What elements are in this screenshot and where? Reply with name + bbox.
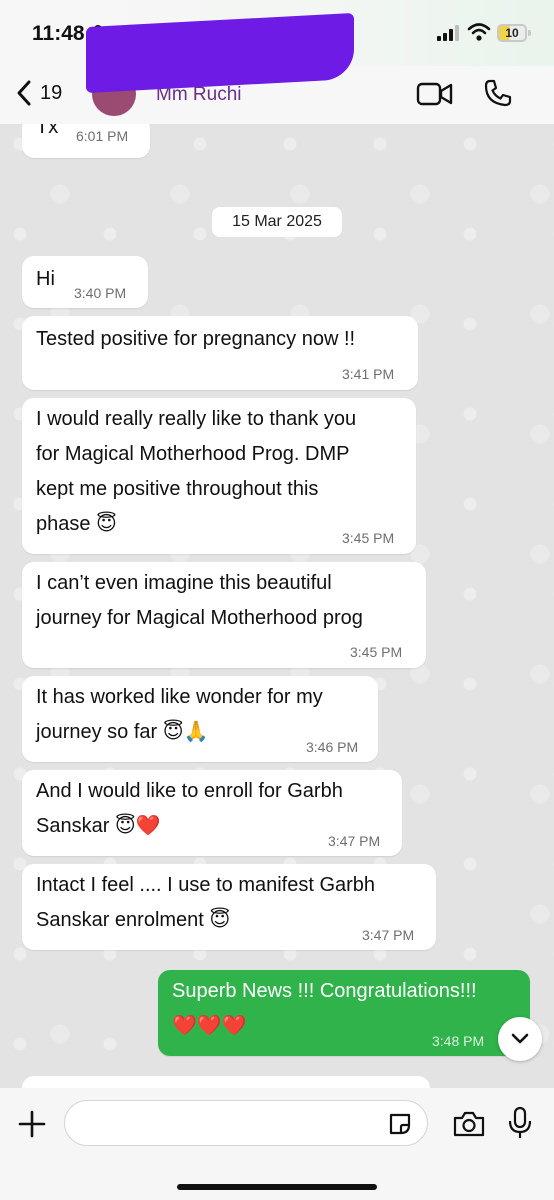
phone-icon[interactable] bbox=[483, 78, 513, 108]
message-time: 3:45 PM bbox=[350, 644, 403, 660]
message-text: journey so far 😇🙏 bbox=[36, 721, 209, 743]
back-unread-count: 19 bbox=[40, 81, 63, 104]
sticker-icon[interactable] bbox=[387, 1111, 413, 1137]
message-text: Hi bbox=[36, 268, 55, 290]
message-bubble-partial[interactable] bbox=[22, 1076, 430, 1088]
message-bubble-outgoing[interactable]: Superb News !!! Congratulations!!! ❤️❤️❤… bbox=[158, 970, 530, 1056]
message-time: 3:45 PM bbox=[342, 530, 395, 546]
message-bubble[interactable]: Tx 6:01 PM bbox=[22, 124, 150, 158]
status-time: 11:48 bbox=[32, 22, 85, 45]
message-time: 3:47 PM bbox=[362, 927, 415, 943]
message-bubble[interactable]: Intact I feel .... I use to manifest Gar… bbox=[22, 864, 436, 950]
message-time: 3:47 PM bbox=[328, 833, 381, 849]
home-indicator[interactable] bbox=[177, 1184, 377, 1190]
message-text: Sanskar enrolment 😇 bbox=[36, 909, 231, 931]
message-text: Sanskar 😇❤️ bbox=[36, 815, 161, 837]
message-text: kept me positive throughout this bbox=[36, 478, 319, 500]
signal-icon bbox=[437, 25, 459, 41]
message-bubble[interactable]: Tested positive for pregnancy now !! 3:4… bbox=[22, 316, 418, 390]
message-time: 6:01 PM bbox=[76, 128, 129, 144]
back-button[interactable]: 19 bbox=[14, 76, 62, 110]
message-text: for Magical Motherhood Prog. DMP bbox=[36, 443, 350, 465]
microphone-icon[interactable] bbox=[506, 1106, 534, 1140]
message-text: And I would like to enroll for Garbh bbox=[36, 780, 343, 802]
battery-nub bbox=[528, 30, 531, 36]
plus-icon[interactable] bbox=[16, 1108, 48, 1140]
redaction-overlay bbox=[86, 12, 354, 94]
message-time: 3:46 PM bbox=[306, 739, 359, 755]
camera-icon[interactable] bbox=[452, 1110, 486, 1138]
message-time: 3:40 PM bbox=[74, 285, 127, 301]
message-input[interactable] bbox=[64, 1100, 428, 1146]
message-text: phase 😇 bbox=[36, 513, 117, 535]
chevron-left-icon bbox=[17, 80, 31, 106]
message-text: Tested positive for pregnancy now !! bbox=[36, 328, 356, 350]
message-text: I can’t even imagine this beautiful bbox=[36, 572, 332, 594]
video-call-icon[interactable] bbox=[416, 80, 454, 108]
message-text: It has worked like wonder for my bbox=[36, 686, 323, 708]
message-bubble[interactable]: It has worked like wonder for my journey… bbox=[22, 676, 378, 762]
scroll-to-bottom-button[interactable] bbox=[498, 1017, 542, 1061]
battery-icon: 10 bbox=[497, 24, 527, 42]
message-bubble[interactable]: I would really really like to thank you … bbox=[22, 398, 416, 554]
message-text: journey for Magical Motherhood prog bbox=[36, 607, 363, 629]
message-text: Intact I feel .... I use to manifest Gar… bbox=[36, 874, 376, 896]
message-bubble[interactable]: And I would like to enroll for Garbh San… bbox=[22, 770, 402, 856]
message-bubble[interactable]: Hi 3:40 PM bbox=[22, 256, 148, 308]
message-time: 3:41 PM bbox=[342, 366, 395, 382]
message-text: Superb News !!! Congratulations!!! bbox=[172, 980, 477, 1002]
chat-messages[interactable]: Tx 6:01 PM 15 Mar 2025 Hi 3:40 PM Tested… bbox=[0, 124, 554, 1088]
message-time: 3:48 PM bbox=[432, 1033, 485, 1049]
message-text: I would really really like to thank you bbox=[36, 408, 357, 430]
wifi-icon bbox=[467, 23, 491, 41]
message-bubble[interactable]: I can’t even imagine this beautiful jour… bbox=[22, 562, 426, 668]
date-separator: 15 Mar 2025 bbox=[212, 207, 342, 237]
message-text: ❤️❤️❤️ bbox=[172, 1015, 247, 1037]
message-text: Tx bbox=[36, 124, 59, 138]
chevron-down-icon bbox=[511, 1033, 529, 1044]
